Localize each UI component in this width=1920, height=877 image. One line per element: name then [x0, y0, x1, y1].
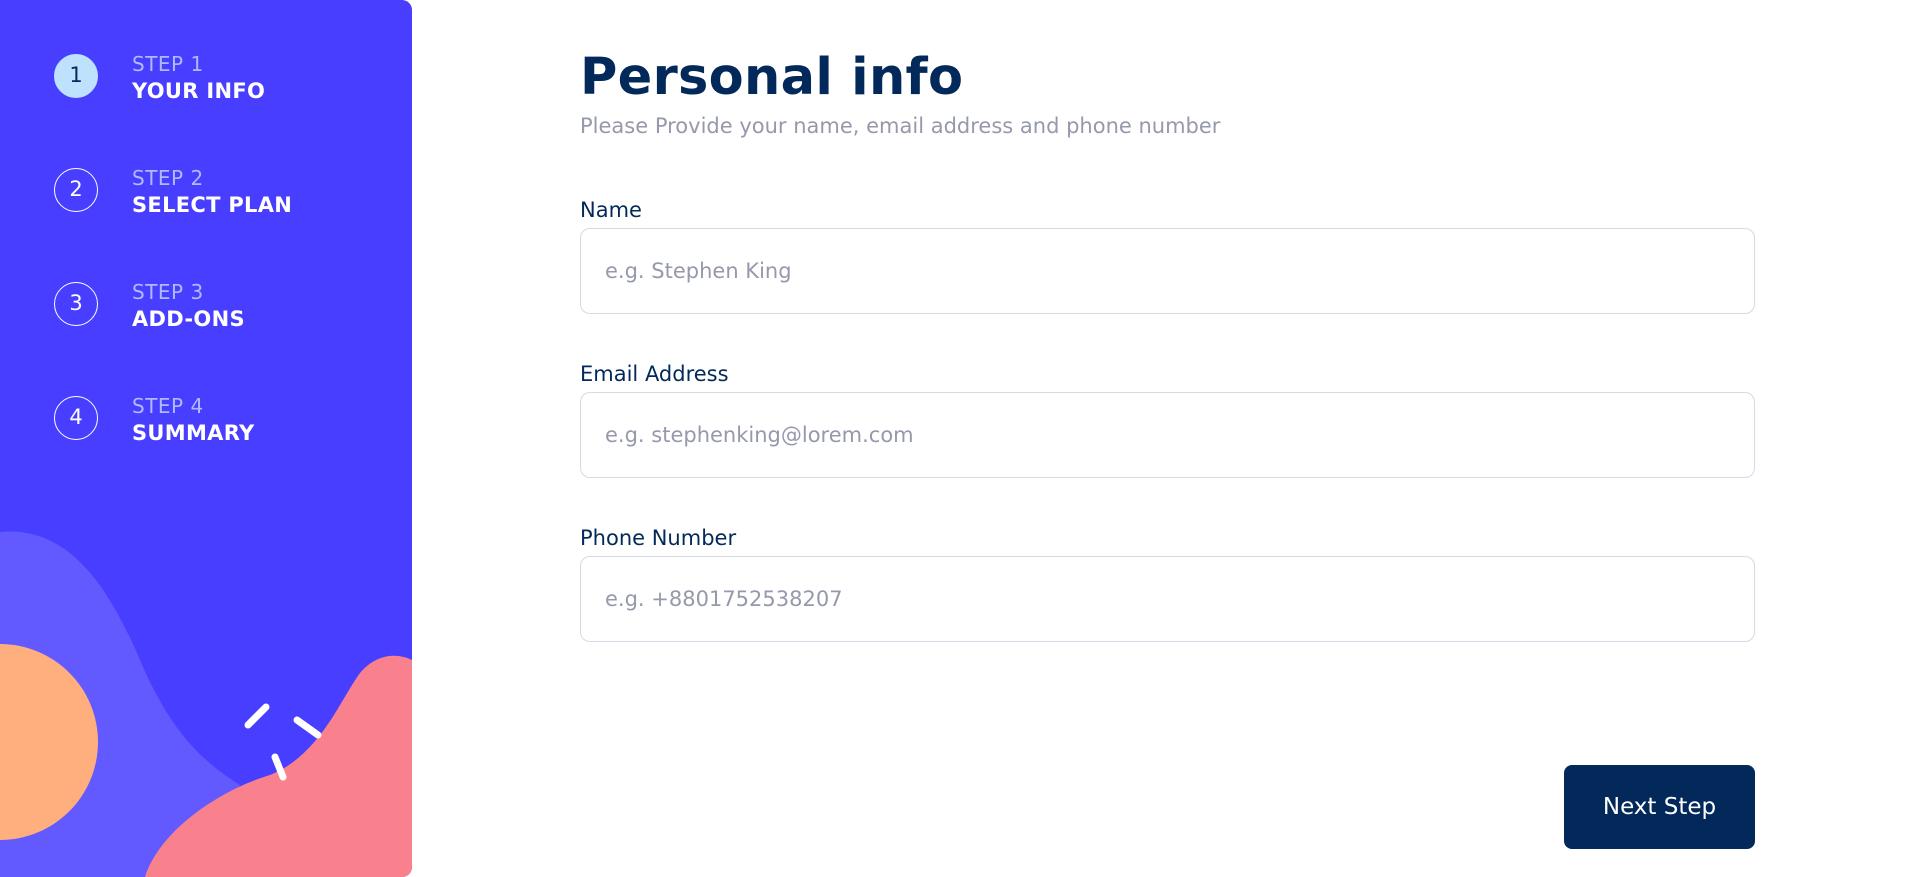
step-label: STEP 3: [132, 280, 204, 304]
email-input[interactable]: [580, 392, 1755, 478]
page-title: Personal info: [580, 48, 964, 107]
phone-input[interactable]: [580, 556, 1755, 642]
step-item-summary[interactable]: 4 STEP 4 SUMMARY: [54, 390, 374, 450]
phone-label: Phone Number: [580, 526, 737, 550]
step-text: STEP 2 SELECT PLAN: [132, 165, 292, 219]
step-text: STEP 3 ADD-ONS: [132, 279, 245, 333]
step-text: STEP 1 YOUR INFO: [132, 51, 265, 105]
page-subtitle: Please Provide your name, email address …: [580, 114, 1221, 138]
step-number-badge: 1: [54, 54, 98, 98]
step-label: STEP 4: [132, 394, 204, 418]
name-label: Name: [580, 198, 642, 222]
email-label: Email Address: [580, 362, 729, 386]
step-item-select-plan[interactable]: 2 STEP 2 SELECT PLAN: [54, 162, 374, 222]
step-number-badge: 2: [54, 168, 98, 212]
next-step-button[interactable]: Next Step: [1564, 765, 1755, 849]
step-text: STEP 4 SUMMARY: [132, 393, 255, 447]
step-title: YOUR INFO: [132, 79, 266, 103]
step-title: SELECT PLAN: [132, 193, 293, 217]
step-item-your-info[interactable]: 1 STEP 1 YOUR INFO: [54, 48, 374, 108]
step-title: ADD-ONS: [132, 307, 245, 331]
step-number-badge: 4: [54, 396, 98, 440]
step-label: STEP 2: [132, 166, 204, 190]
personal-info-form: Personal info Please Provide your name, …: [580, 0, 1755, 877]
step-item-add-ons[interactable]: 3 STEP 3 ADD-ONS: [54, 276, 374, 336]
name-input[interactable]: [580, 228, 1755, 314]
step-label: STEP 1: [132, 52, 204, 76]
sidebar-stepper: 1 STEP 1 YOUR INFO 2 STEP 2 SELECT PLAN …: [0, 0, 412, 877]
step-number-badge: 3: [54, 282, 98, 326]
step-title: SUMMARY: [132, 421, 255, 445]
